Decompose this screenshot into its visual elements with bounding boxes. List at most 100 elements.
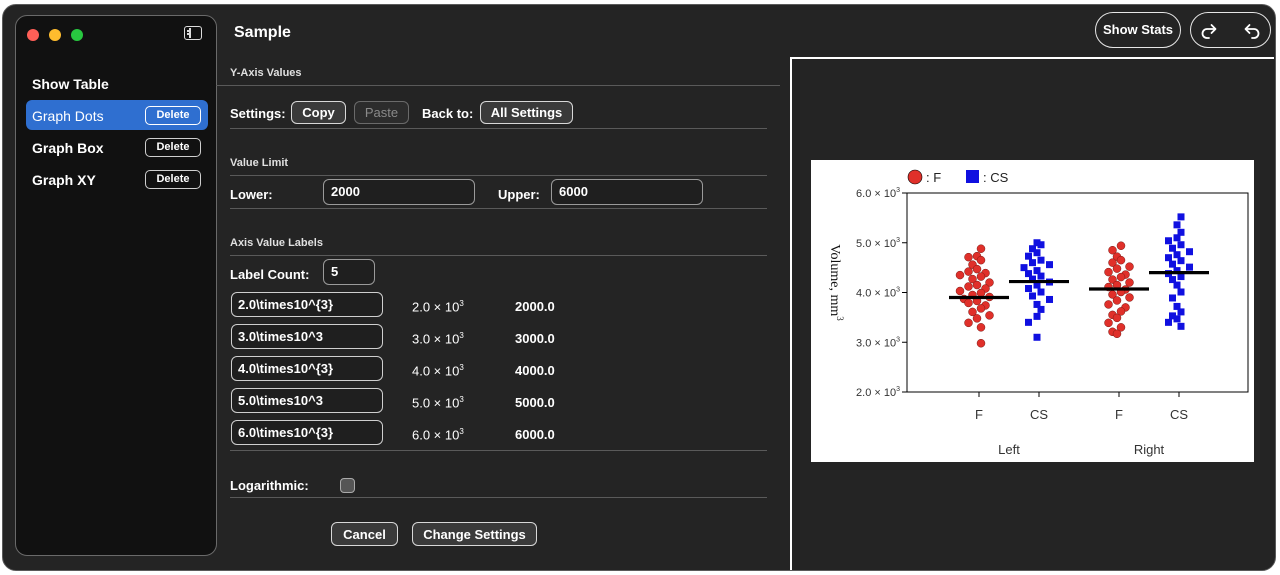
data-point-square xyxy=(1177,308,1185,316)
rendered-mantissa: 6.0 × 10 xyxy=(412,427,460,443)
redo-icon[interactable] xyxy=(1199,20,1221,42)
y-tick-label: 2.0 × 103 xyxy=(856,386,900,399)
divider xyxy=(230,128,767,129)
data-point-circle xyxy=(1104,267,1113,277)
data-point-square xyxy=(1177,288,1185,296)
upper-limit-input[interactable]: 6000 xyxy=(551,179,703,205)
axis-label-rendered: 6.0 × 103 xyxy=(412,427,464,442)
data-point-square xyxy=(1165,237,1172,245)
label-count-input[interactable]: 5 xyxy=(323,259,375,285)
delete-graph-xy-button[interactable]: Delete xyxy=(145,170,201,189)
data-point-square xyxy=(1169,260,1176,268)
group-label: Right xyxy=(1134,442,1165,457)
sidebar-item-label: Show Table xyxy=(32,76,109,92)
close-window-button[interactable] xyxy=(27,29,39,41)
data-point-circle xyxy=(1125,293,1134,302)
data-point-square xyxy=(1029,292,1036,300)
sidebar-item-label: Graph Box xyxy=(32,140,104,156)
data-point-square xyxy=(1173,251,1181,259)
paste-button[interactable]: Paste xyxy=(354,101,409,124)
delete-graph-box-button[interactable]: Delete xyxy=(145,138,201,157)
data-point-circle xyxy=(1104,318,1113,328)
dot-plot-chart: 2.0 × 103 3.0 × 103 4.0 × 103 5.0 × 103 6.0 … xyxy=(811,160,1254,462)
legend-label: : CS xyxy=(983,170,1009,185)
sidebar-toggle-icon[interactable] xyxy=(184,26,202,40)
delete-graph-dots-button[interactable]: Delete xyxy=(145,106,201,125)
y-tick-label: 6.0 × 103 xyxy=(856,187,900,200)
sidebar-item-graph-xy[interactable]: Graph XY Delete xyxy=(26,164,208,194)
x-tick-label: CS xyxy=(1030,407,1048,422)
data-point-circle xyxy=(972,264,982,274)
axis-label-input-4[interactable]: 5.0\times10^3 xyxy=(231,388,383,413)
rendered-exponent: 3 xyxy=(459,363,464,372)
axis-label-input-2[interactable]: 3.0\times10^3 xyxy=(231,324,383,349)
data-point-square xyxy=(1025,318,1032,326)
data-point-square xyxy=(1046,261,1053,269)
logarithmic-checkbox[interactable] xyxy=(340,478,355,493)
data-point-square xyxy=(1033,312,1041,320)
rendered-mantissa: 5.0 × 10 xyxy=(412,395,460,411)
legend-marker-square xyxy=(966,170,979,183)
rendered-exponent: 3 xyxy=(459,427,464,436)
sidebar-item-graph-box[interactable]: Graph Box Delete xyxy=(26,132,208,162)
upper-label: Upper: xyxy=(498,187,540,202)
data-point-circle xyxy=(972,314,982,323)
cancel-button[interactable]: Cancel xyxy=(331,522,398,546)
x-tick-label: CS xyxy=(1170,407,1188,422)
lower-limit-input[interactable]: 2000 xyxy=(323,179,475,205)
data-point-circle xyxy=(964,298,973,308)
data-point-square xyxy=(1186,263,1193,271)
data-point-square xyxy=(1037,241,1045,249)
data-point-square xyxy=(1173,281,1181,289)
data-point-square xyxy=(1169,294,1176,302)
divider xyxy=(216,85,780,86)
data-point-square xyxy=(1177,213,1185,221)
copy-button[interactable]: Copy xyxy=(291,101,346,124)
y-tick-label: 3.0 × 103 xyxy=(856,336,900,349)
sidebar-item-graph-dots[interactable]: Graph Dots Delete xyxy=(26,100,208,130)
label-count-label: Label Count: xyxy=(230,267,310,282)
sidebar-item-show-table[interactable]: Show Table xyxy=(26,68,208,98)
undo-icon[interactable] xyxy=(1240,20,1262,42)
all-settings-button[interactable]: All Settings xyxy=(480,101,573,124)
maximize-window-button[interactable] xyxy=(71,29,83,41)
data-point-square xyxy=(1169,244,1176,252)
data-point-circle xyxy=(1116,272,1126,282)
data-point-circle xyxy=(1116,241,1126,250)
data-point-circle xyxy=(1112,296,1122,305)
axis-label-input-3[interactable]: 4.0\times10^{3} xyxy=(231,356,383,381)
divider xyxy=(230,497,767,498)
axis-label-input-1[interactable]: 2.0\times10^{3} xyxy=(231,292,383,317)
data-point-square xyxy=(1177,241,1185,249)
data-point-square xyxy=(1173,234,1181,242)
y-axis-values-heading: Y-Axis Values xyxy=(230,67,302,79)
data-point-square xyxy=(1173,315,1181,323)
data-point-circle xyxy=(1112,313,1122,323)
data-point-square xyxy=(1029,259,1036,267)
data-point-circle xyxy=(1116,255,1126,265)
legend-marker-circle xyxy=(907,169,923,185)
axis-label-value: 3000.0 xyxy=(515,331,555,346)
data-point-circle xyxy=(976,288,986,298)
data-point-circle xyxy=(976,244,986,253)
axis-label-input-5[interactable]: 6.0\times10^{3} xyxy=(231,420,383,445)
legend-label: : F xyxy=(926,170,941,185)
axis-label-value: 5000.0 xyxy=(515,395,555,410)
show-stats-button[interactable]: Show Stats xyxy=(1095,12,1181,48)
axis-label-rendered: 3.0 × 103 xyxy=(412,331,464,346)
data-point-circle xyxy=(976,338,986,348)
y-axis-label: Volume, mm3 xyxy=(827,244,845,321)
axis-label-value: 2000.0 xyxy=(515,299,555,314)
divider xyxy=(230,175,767,176)
minimize-window-button[interactable] xyxy=(49,29,61,41)
data-point-circle xyxy=(976,255,986,265)
data-point-circle xyxy=(1104,300,1113,309)
sidebar-item-label: Graph XY xyxy=(32,172,96,188)
value-limit-heading: Value Limit xyxy=(230,157,289,169)
x-tick-label: F xyxy=(1115,407,1123,422)
data-point-circle xyxy=(1112,264,1122,273)
change-settings-button[interactable]: Change Settings xyxy=(412,522,537,546)
data-point-circle xyxy=(976,272,986,281)
data-point-circle xyxy=(964,318,973,328)
data-point-square xyxy=(1037,305,1045,313)
